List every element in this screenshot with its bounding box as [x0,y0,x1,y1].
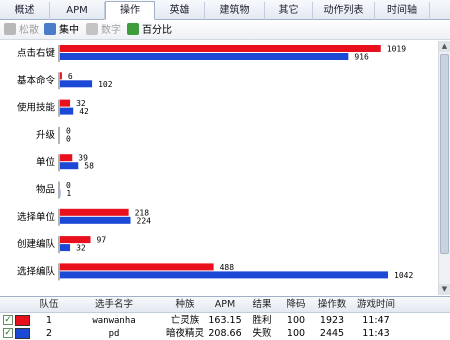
col-time[interactable]: 游戏时间 [352,298,400,312]
apm-cell: 163.15 [208,315,242,326]
tab-timeline[interactable]: 时间轴 [375,2,430,20]
actions-bar-chart: 点击右键 1019916基本命令 6102使用技能 3242升级 00单位 3958物品 0… [17,45,413,281]
bar-value-label: 0 [66,134,71,143]
player-color-swatch [15,328,30,339]
focus-label: 集中 [59,25,79,36]
bar-1 [60,236,91,244]
player-color-swatch [15,315,30,326]
category-label: 选择单位 [17,211,56,223]
bar-value-label: 42 [79,107,89,116]
category-label: 选择编队 [17,265,56,277]
time-cell: 11:47 [362,315,390,326]
bar-1 [60,154,73,162]
number-icon [86,23,98,35]
checkbox[interactable]: ✓ [3,315,13,325]
scroll-thumb[interactable] [440,54,449,254]
bar-value-label: 6 [68,72,73,81]
col-apm[interactable]: APM [206,298,244,312]
percent-button[interactable]: 百分比 [127,23,172,38]
category-label: 单位 [36,156,56,168]
player-row[interactable]: ✓ 2 pd 暗夜精灵 208.66 失败 100 2445 11:43 [0,327,450,340]
number-label: 数字 [101,25,121,36]
category-label: 点击右键 [17,47,56,59]
handicap-cell: 100 [286,315,306,326]
bar-1 [60,208,129,216]
col-team[interactable]: 队伍 [34,298,64,312]
number-button[interactable]: 数字 [86,23,121,38]
loose-icon [4,23,16,35]
team-cell: 2 [45,328,53,339]
actions-cell: 1923 [319,315,345,326]
bar-1 [60,72,62,80]
bar-2 [60,162,79,170]
tab-actions[interactable]: 操作 [105,1,155,20]
bar-value-label: 1 [66,189,71,198]
bar-2 [60,244,71,252]
percent-icon [127,23,139,35]
tab-action-list[interactable]: 动作列表 [313,2,375,20]
col-race[interactable]: 种族 [164,298,206,312]
bar-1 [60,263,214,271]
tab-apm[interactable]: APM [50,2,105,20]
bar-2 [60,107,74,115]
col-actions[interactable]: 操作数 [312,298,352,312]
focus-button[interactable]: 集中 [44,23,79,38]
category-label: 使用技能 [17,102,56,114]
race-cell: 暗夜精灵 [165,328,204,339]
scroll-down-icon[interactable]: ▼ [439,284,450,295]
bar-2 [60,53,349,60]
percent-label: 百分比 [142,25,172,36]
bar-2 [60,80,93,88]
tab-bar: 概述 APM 操作 英雄 建筑物 其它 动作列表 时间轴 [0,0,450,20]
bar-value-label: 1042 [394,271,413,280]
name-cell: wanwanha [92,316,136,326]
focus-icon [44,23,56,35]
bar-2 [60,216,131,224]
name-cell: pd [108,329,120,339]
result-cell: 失败 [252,328,272,339]
bar-2 [60,271,388,279]
apm-cell: 208.66 [208,328,242,339]
chart-scrollbar[interactable]: ▲ ▼ [438,41,450,295]
actions-cell: 2445 [319,328,345,339]
bar-value-label: 1019 [387,45,406,54]
bar-1 [60,45,381,52]
race-cell: 亡灵族 [170,315,200,326]
category-label: 创建编队 [17,238,56,250]
player-row[interactable]: ✓ 1 wanwanha 亡灵族 163.15 胜利 100 1923 11:4… [0,314,450,327]
category-label: 物品 [36,184,55,196]
tab-heroes[interactable]: 英雄 [155,2,205,20]
player-table: 队伍 选手名字 种族 APM 结果 降码 操作数 游戏时间 ✓ 1 wanwan… [0,296,450,340]
time-cell: 11:43 [362,328,390,339]
bar-value-label: 32 [76,244,86,253]
tab-other[interactable]: 其它 [265,2,313,20]
result-cell: 胜利 [252,315,272,326]
bar-value-label: 488 [220,263,235,272]
bar-value-label: 58 [84,162,94,171]
bar-value-label: 224 [137,216,152,225]
loose-label: 松散 [19,25,39,36]
team-cell: 1 [45,315,53,326]
player-table-header: 队伍 选手名字 种族 APM 结果 降码 操作数 游戏时间 [0,297,450,313]
bar-1 [60,99,71,107]
handicap-cell: 100 [286,328,306,339]
tab-overview[interactable]: 概述 [0,2,50,20]
category-label: 升级 [36,129,56,141]
scroll-up-icon[interactable]: ▲ [439,41,450,52]
category-label: 基本命令 [17,74,56,86]
col-name[interactable]: 选手名字 [64,298,164,312]
loose-button[interactable]: 松散 [4,23,39,38]
col-handicap[interactable]: 降码 [280,298,312,312]
toolbar: 松散 集中 数字 百分比 [0,21,450,40]
bar-value-label: 97 [97,236,107,245]
actions-chart: 点击右键 1019 916 基本命令 6 102 使用技能 32 42 升级 0 0 单位 39 58 物品 0… [0,41,438,295]
col-result[interactable]: 结果 [244,298,280,312]
checkbox[interactable]: ✓ [3,328,13,338]
bar-value-label: 916 [354,53,369,62]
bar-value-label: 102 [98,80,113,89]
tab-buildings[interactable]: 建筑物 [205,2,265,20]
